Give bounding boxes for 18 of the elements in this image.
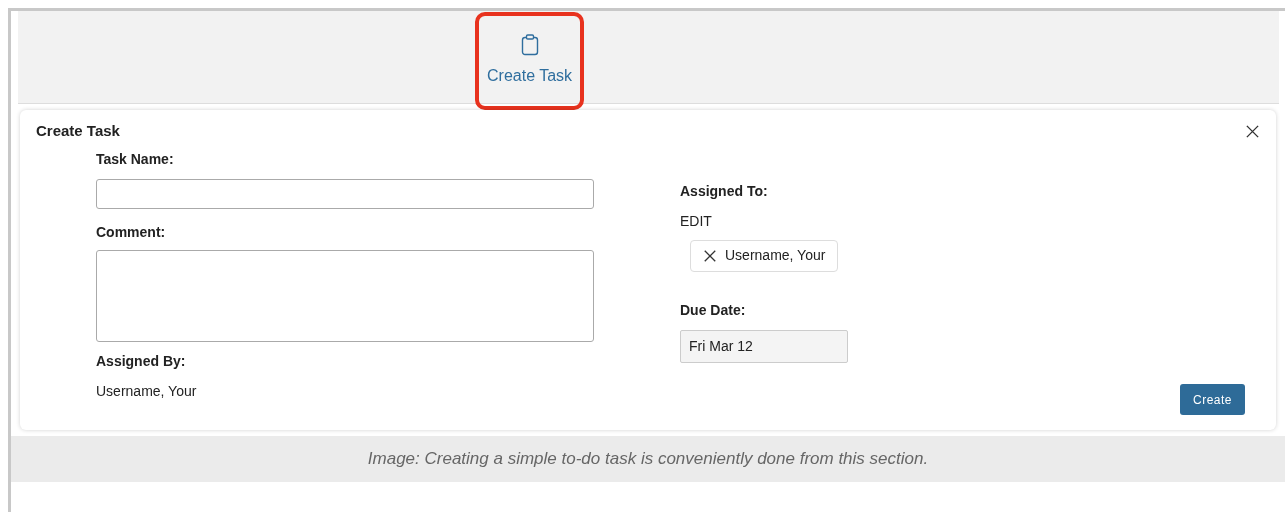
- caption-text: Image: Creating a simple to-do task is conveniently done from this section.: [367, 448, 929, 471]
- field-label: Assigned By:: [96, 351, 187, 371]
- assigned-by-value: Username, Your: [96, 381, 198, 401]
- field-label: Assigned To:: [680, 181, 768, 201]
- task-name-input[interactable]: [96, 178, 594, 209]
- create-button[interactable]: Create: [1179, 384, 1245, 415]
- field-label: Task Name:: [96, 149, 175, 169]
- remove-button[interactable]: [703, 248, 717, 263]
- due-date-input[interactable]: Fri Mar 12: [680, 329, 848, 363]
- field-label: Comment:: [96, 222, 167, 242]
- assignee-name: Username, Your: [725, 246, 826, 265]
- edit-link[interactable]: EDIT: [680, 210, 712, 232]
- close-icon: [703, 248, 717, 263]
- create-task-button[interactable]: Create Task: [487, 34, 573, 88]
- field-label: Due Date:: [680, 300, 746, 320]
- dialog-title: Create Task: [36, 121, 120, 141]
- clipboard-icon: [520, 34, 539, 56]
- close-icon: [1245, 123, 1260, 139]
